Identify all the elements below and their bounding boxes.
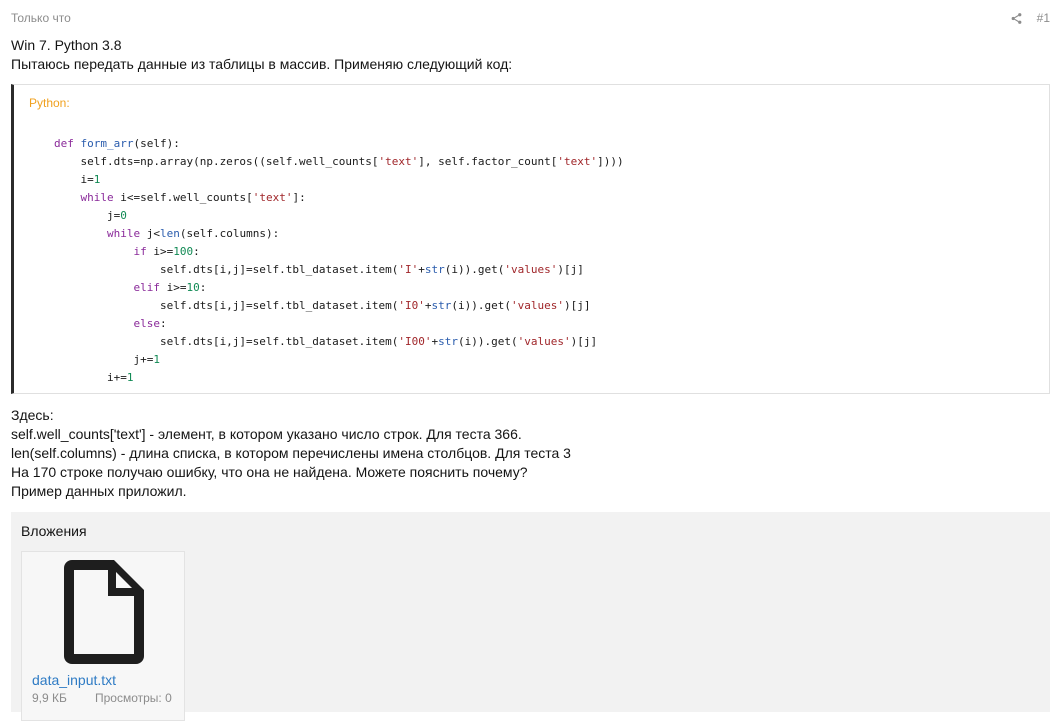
post-actions: #1 [1010, 11, 1050, 25]
post-intro: Win 7. Python 3.8 Пытаюсь передать данны… [11, 36, 1050, 74]
explanation-line: На 170 строке получаю ошибку, что она не… [11, 464, 528, 480]
code-line: def form_arr(self): [54, 137, 180, 150]
attachment-file-name[interactable]: data_input.txt [32, 672, 116, 688]
attachments-section: Вложения data_input.txt 9,9 КБ Просмотры… [11, 512, 1050, 721]
explanation-line: self.well_counts['text'] - элемент, в ко… [11, 426, 522, 442]
intro-line: Win 7. Python 3.8 [11, 37, 122, 53]
attachment-card[interactable]: data_input.txt 9,9 КБ Просмотры: 0 [21, 551, 185, 721]
explanation-line: Здесь: [11, 407, 54, 423]
intro-line: Пытаюсь передать данные из таблицы в мас… [11, 56, 513, 72]
code-block: Python: def form_arr(self): self.dts=np.… [11, 84, 1050, 394]
code-line: self.dts[i,j]=self.tbl_dataset.item('I00… [54, 335, 598, 348]
post-meta-bar: Только что #1 [11, 8, 1050, 28]
post-timestamp[interactable]: Только что [11, 11, 71, 25]
explanation-line: Пример данных приложил. [11, 483, 187, 499]
code-line: if i>=100: [133, 245, 200, 258]
code-line: elif i>=10: [133, 281, 207, 294]
share-icon[interactable] [1010, 12, 1023, 25]
attachment-view-count: Просмотры: 0 [95, 691, 172, 705]
code-language-label[interactable]: Python: [29, 96, 70, 110]
attachments-title: Вложения [21, 523, 87, 539]
code-line: while j<len(self.columns): [106, 227, 280, 240]
forum-post: Только что #1 Win 7. Python 3.8 Пытаюсь … [0, 0, 1060, 721]
file-icon[interactable] [64, 560, 144, 664]
code-line: self.dts[i,j]=self.tbl_dataset.item('I'+… [54, 263, 584, 276]
post-number-link[interactable]: #1 [1037, 11, 1050, 25]
code-line: else: [133, 317, 167, 330]
code-line: j+=1 [54, 353, 160, 366]
code-line: while i<=self.well_counts['text']: [80, 191, 306, 204]
code-line: j=0 [54, 209, 127, 222]
code-line: self.dts=np.array(np.zeros((self.well_co… [54, 155, 624, 168]
code-content: def form_arr(self): self.dts=np.array(np… [54, 135, 624, 387]
code-line: self.dts[i,j]=self.tbl_dataset.item('I0'… [54, 299, 591, 312]
post-explanation: Здесь: self.well_counts['text'] - элемен… [11, 406, 1050, 501]
attachment-file-size: 9,9 КБ [32, 691, 67, 705]
code-line: i+=1 [54, 371, 134, 384]
explanation-line: len(self.columns) - длина списка, в кото… [11, 445, 571, 461]
code-line: i=1 [54, 173, 101, 186]
